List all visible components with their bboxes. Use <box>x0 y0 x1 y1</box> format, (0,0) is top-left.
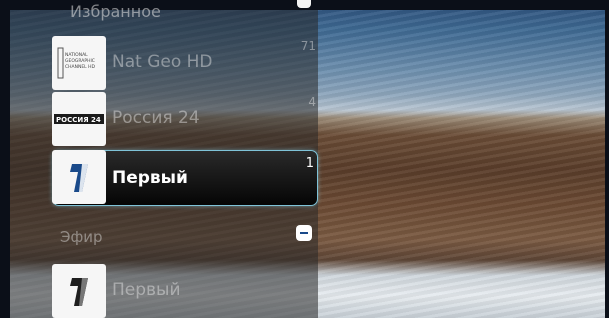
channel-row-perviy-air[interactable]: Первый <box>52 264 318 318</box>
channel-name: Первый <box>112 280 181 300</box>
group-toggle-button[interactable] <box>297 0 311 8</box>
section-label: Эфир <box>60 228 103 246</box>
channel-name: Первый <box>112 168 188 188</box>
channel-name: Nat Geo HD <box>112 52 213 72</box>
group-header: Избранное <box>70 2 161 21</box>
svg-text:GEOGRAPHIC: GEOGRAPHIC <box>65 58 95 64</box>
russia24-logo: РОССИЯ 24 <box>52 92 106 146</box>
svg-text:РОССИЯ 24: РОССИЯ 24 <box>56 116 101 124</box>
svg-text:CHANNEL HD: CHANNEL HD <box>65 64 96 70</box>
tv-channel-guide: Избранное NATIONAL GEOGRAPHIC CHANNEL HD… <box>0 0 609 318</box>
channel-row-perviy-selected[interactable]: Первый 1 <box>52 150 318 206</box>
perviy-logo <box>52 150 106 204</box>
natgeo-logo: NATIONAL GEOGRAPHIC CHANNEL HD <box>52 36 106 90</box>
channel-row-natgeo[interactable]: NATIONAL GEOGRAPHIC CHANNEL HD Nat Geo H… <box>52 36 318 90</box>
channel-name: Россия 24 <box>112 108 200 128</box>
minus-icon[interactable] <box>296 225 312 241</box>
channel-number: 1 <box>305 156 314 171</box>
perviy-logo <box>52 264 106 318</box>
frame-left <box>0 0 10 318</box>
channel-number: 4 <box>308 95 316 109</box>
channel-row-russia24[interactable]: РОССИЯ 24 Россия 24 4 <box>52 92 318 146</box>
frame-right <box>605 0 609 318</box>
channel-number: 71 <box>300 39 316 53</box>
svg-text:NATIONAL: NATIONAL <box>65 52 88 58</box>
